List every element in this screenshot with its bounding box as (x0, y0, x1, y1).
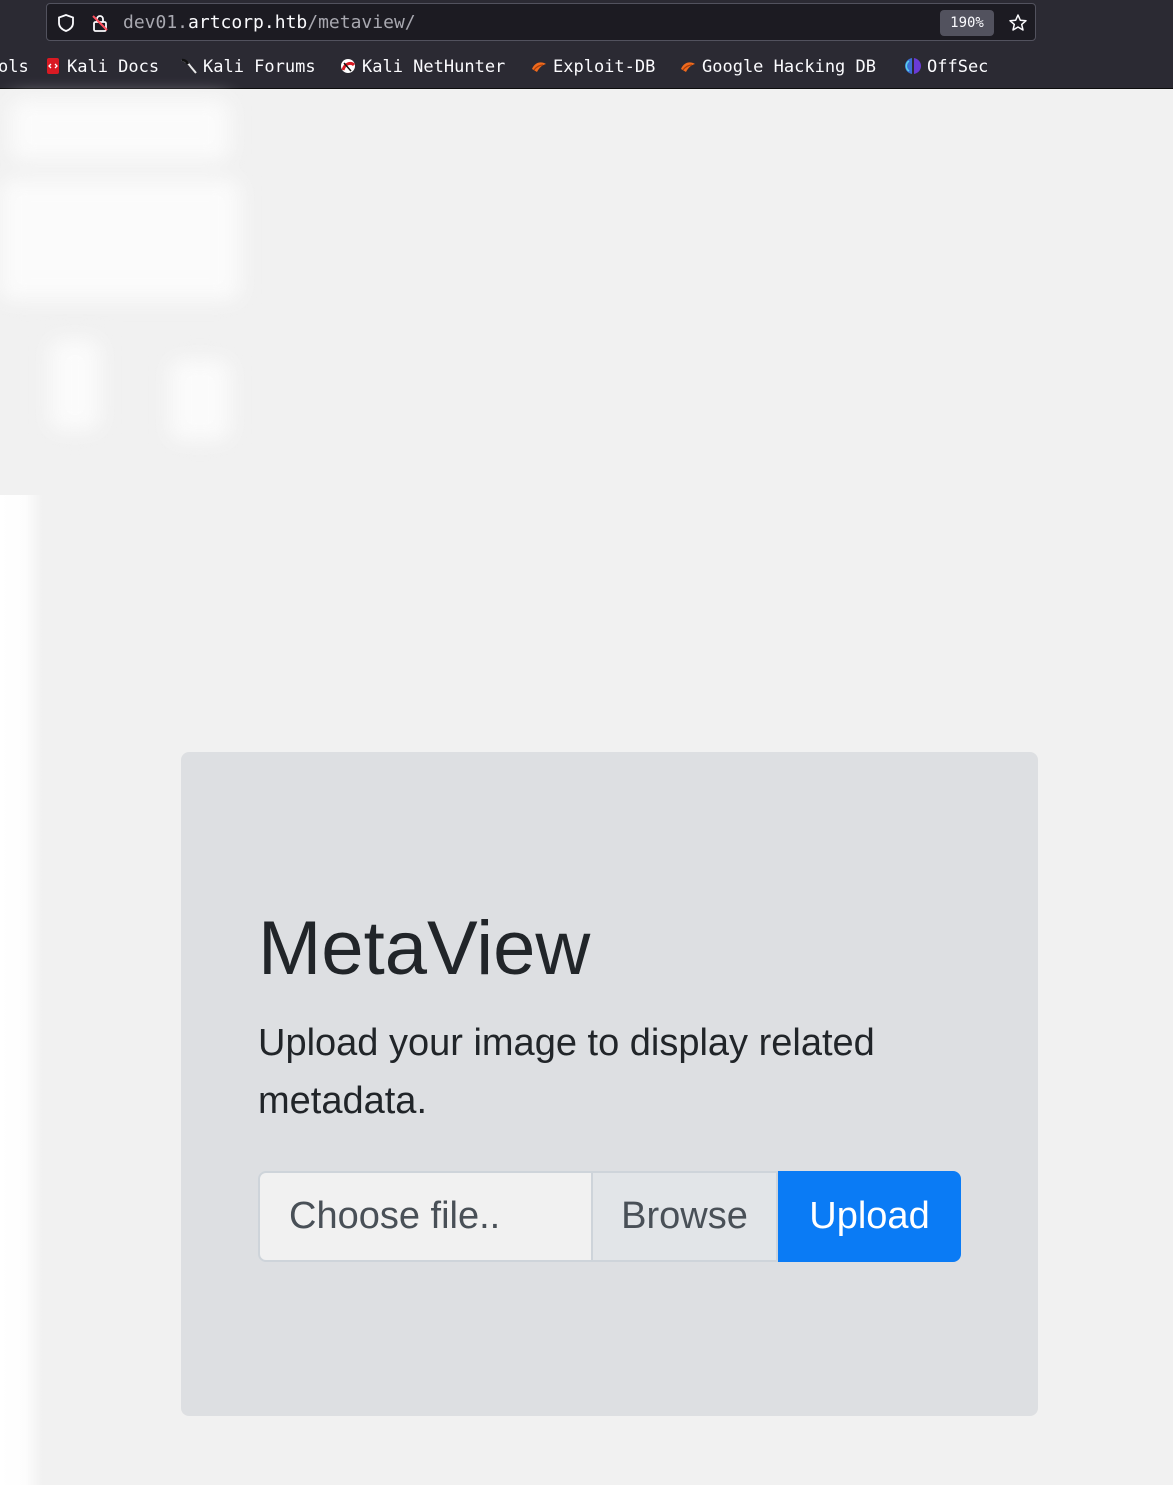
blurred-background-decoration (0, 90, 250, 490)
bookmark-star-icon[interactable] (1008, 13, 1028, 33)
insecure-lock-icon[interactable] (90, 13, 110, 33)
zoom-level-badge[interactable]: 190% (940, 10, 994, 36)
exploit-db-icon (679, 57, 697, 75)
kali-docs-icon (44, 57, 62, 75)
address-bar[interactable]: dev01.artcorp.htb/metaview/ 190% (46, 3, 1036, 41)
browse-button[interactable]: Browse (591, 1171, 778, 1262)
bookmark-google-hacking-db[interactable]: Google Hacking DB (679, 52, 876, 82)
bookmark-offsec[interactable]: OffSec (904, 52, 988, 82)
upload-button[interactable]: Upload (778, 1171, 961, 1262)
kali-forums-icon (180, 57, 198, 75)
bookmark-kali-forums[interactable]: Kali Forums (180, 52, 316, 82)
bookmark-tools[interactable]: ols (0, 52, 29, 82)
page-title: MetaView (258, 906, 591, 991)
upload-form: Choose file.. Browse Upload (258, 1171, 961, 1262)
url-text[interactable]: dev01.artcorp.htb/metaview/ (123, 12, 416, 34)
browser-toolbar: dev01.artcorp.htb/metaview/ 190% ols Kal… (0, 0, 1173, 89)
bookmark-exploit-db[interactable]: Exploit-DB (530, 52, 655, 82)
file-input-placeholder: Choose file.. (289, 1195, 501, 1237)
bookmark-kali-docs[interactable]: Kali Docs (44, 52, 159, 82)
offsec-icon (904, 57, 922, 75)
upload-panel: MetaView Upload your image to display re… (181, 752, 1038, 1416)
bookmark-kali-nethunter[interactable]: Kali NetHunter (339, 52, 505, 82)
exploit-db-icon (530, 57, 548, 75)
kali-nethunter-icon (339, 57, 357, 75)
shield-icon[interactable] (56, 13, 76, 33)
bookmarks-toolbar: ols Kali Docs Kali Forums Kali NetHunter… (0, 52, 1173, 82)
page-description: Upload your image to display related met… (258, 1022, 875, 1122)
page-left-strip (0, 495, 42, 1485)
